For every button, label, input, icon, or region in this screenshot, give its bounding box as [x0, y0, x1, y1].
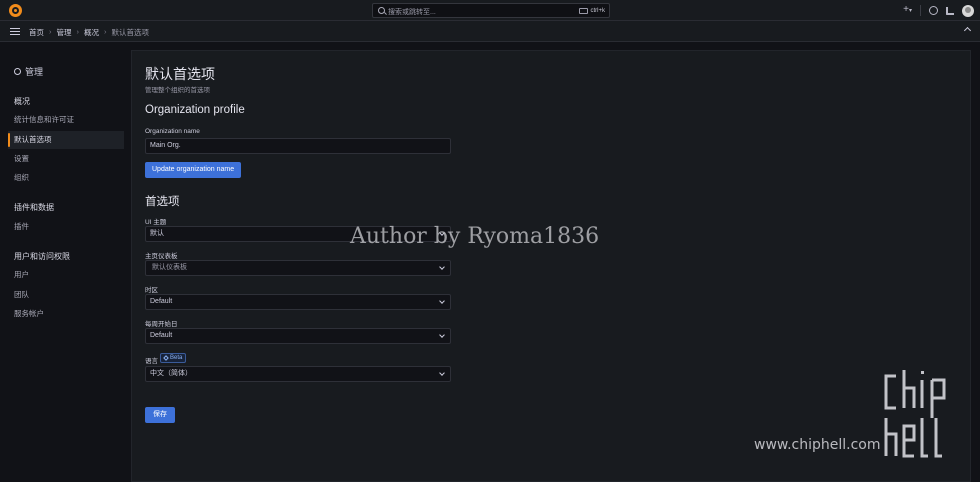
org-name-input[interactable]: Main Org.	[145, 138, 451, 154]
main-panel: 默认首选项 管理整个组织的首选项 Organization profile Or…	[131, 50, 971, 482]
update-org-name-button[interactable]: Update organization name	[145, 162, 242, 178]
breadcrumb: 首页 › 管理 › 概况 › 默认首选项	[29, 27, 149, 38]
shortcut-hint: ctrl+k	[579, 6, 605, 16]
week-start-select[interactable]: Default	[145, 328, 451, 344]
sidebar-item-teams[interactable]: 团队	[8, 286, 124, 304]
sidebar-item-stats[interactable]: 统计信息和许可证	[8, 111, 124, 129]
sidebar-item-orgs[interactable]: 组织	[8, 169, 124, 187]
sidebar-group-users-access: 用户和访问权限	[14, 252, 70, 261]
chevron-down-icon	[439, 298, 445, 304]
search-icon	[378, 7, 385, 14]
org-profile-heading: Organization profile	[145, 104, 245, 116]
chevron-down-icon: ▾	[908, 8, 912, 14]
home-dashboard-label: 主页仪表板	[145, 253, 178, 260]
sidebar-group-overview: 概况	[14, 97, 30, 106]
grafana-logo-icon[interactable]	[9, 4, 22, 17]
sidebar-item-plugins[interactable]: 插件	[8, 218, 124, 236]
home-dashboard-placeholder: 默认仪表板	[152, 264, 187, 271]
timezone-value: Default	[150, 298, 173, 305]
chevron-down-icon	[439, 264, 445, 270]
top-bar: 搜索或跳转至... ctrl+k +▾	[0, 0, 980, 21]
org-name-label: Organization name	[145, 128, 200, 135]
page-title: 默认首选项	[145, 66, 215, 82]
home-dashboard-select[interactable]: 默认仪表板	[145, 260, 451, 276]
breadcrumb-home[interactable]: 首页	[29, 27, 44, 38]
gear-icon	[14, 68, 21, 75]
breadcrumb-current: 默认首选项	[111, 28, 150, 37]
language-value: 中文（简体）	[150, 370, 192, 377]
timezone-select[interactable]: Default	[145, 294, 451, 310]
add-new-button[interactable]: +▾	[903, 2, 912, 19]
breadcrumb-separator: ›	[49, 27, 52, 36]
language-label: 语言	[145, 358, 158, 365]
chevron-down-icon	[439, 332, 445, 338]
sidebar-group-plugins: 插件和数据	[14, 203, 54, 212]
rocket-icon	[163, 355, 169, 361]
timezone-label: 时区	[145, 287, 158, 294]
sidebar-item-users[interactable]: 用户	[8, 266, 124, 284]
page-subtitle: 管理整个组织的首选项	[145, 87, 210, 94]
divider	[920, 5, 921, 16]
search-bar[interactable]: 搜索或跳转至... ctrl+k	[372, 3, 610, 18]
week-start-label: 每周开始日	[145, 321, 178, 328]
breadcrumb-separator: ›	[76, 27, 80, 36]
site-watermark: www.chiphell.com	[754, 437, 881, 453]
top-right-actions: +▾	[903, 3, 974, 18]
author-watermark: Author by Ryoma1836	[350, 224, 600, 249]
breadcrumb-admin[interactable]: 管理	[57, 27, 72, 38]
sidebar-title: 管理	[14, 65, 43, 78]
sidebar-title-text: 管理	[25, 67, 44, 77]
sidebar-item-default-preferences[interactable]: 默认首选项	[8, 131, 124, 149]
sidebar-item-service-accounts[interactable]: 服务帐户	[8, 305, 124, 323]
week-start-value: Default	[150, 332, 173, 339]
ui-theme-value: 默认	[150, 230, 164, 237]
avatar[interactable]	[962, 4, 974, 17]
sidebar-item-settings[interactable]: 设置	[8, 150, 124, 168]
keyboard-icon	[579, 8, 589, 14]
chiphell-logo-icon	[884, 370, 946, 458]
news-icon[interactable]	[946, 6, 954, 15]
search-placeholder: 搜索或跳转至...	[388, 9, 436, 16]
chevron-down-icon	[439, 370, 445, 376]
breadcrumb-overview[interactable]: 概况	[84, 27, 99, 38]
beta-badge: Beta	[160, 353, 187, 363]
breadcrumb-bar: 首页 › 管理 › 概况 › 默认首选项	[0, 21, 980, 42]
save-button[interactable]: 保存	[145, 407, 175, 423]
breadcrumb-separator: ›	[104, 27, 107, 36]
sidebar: 管理 概况 统计信息和许可证 默认首选项 设置 组织 插件和数据 插件 用户和访…	[0, 42, 128, 482]
beta-badge-text: Beta	[170, 355, 183, 361]
preferences-heading: 首选项	[145, 196, 180, 208]
language-select[interactable]: 中文（简体）	[145, 366, 451, 382]
shortcut-text: ctrl+k	[590, 8, 605, 14]
chevron-up-icon[interactable]	[963, 26, 972, 35]
ui-theme-label: UI 主题	[145, 219, 167, 226]
help-icon[interactable]	[929, 6, 938, 15]
menu-icon[interactable]	[10, 28, 20, 35]
